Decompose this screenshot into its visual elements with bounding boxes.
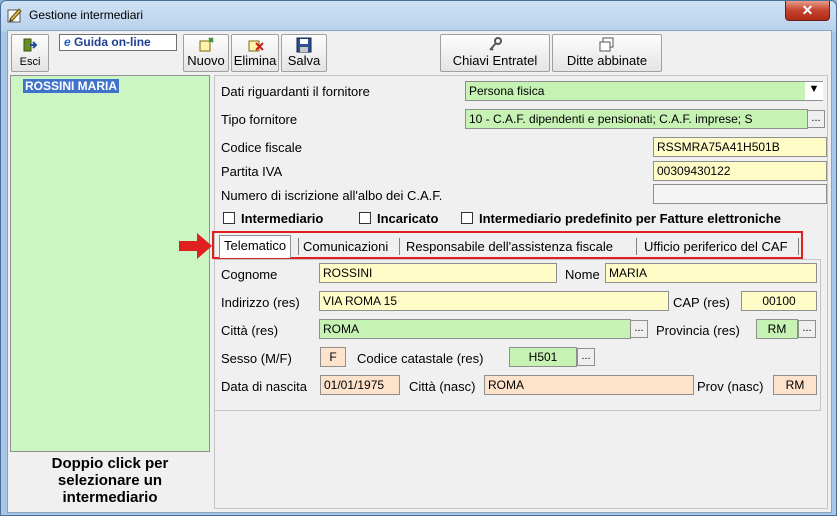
linked-companies-button[interactable]: Ditte abbinate [552, 34, 662, 72]
delete-icon [248, 40, 264, 52]
ie-icon: e [64, 35, 71, 49]
tab-separator [399, 238, 400, 255]
exit-button[interactable]: Esci [11, 34, 49, 72]
surname-label: Cognome [221, 267, 278, 282]
tab-ufficio-periferico[interactable]: Ufficio periferico del CAF [644, 237, 788, 257]
intermediary-list[interactable]: ROSSINI MARIA [10, 75, 210, 452]
birth-province-field[interactable]: RM [773, 375, 817, 395]
supplier-data-label: Dati riguardanti il fornitore [221, 84, 370, 99]
checkbox-icon [223, 212, 235, 224]
help-online-button[interactable]: e Guida on-line [59, 34, 177, 51]
tab-telematico[interactable]: Telematico [219, 235, 292, 258]
city-field[interactable]: ROMA [319, 319, 631, 339]
province-field[interactable]: RM [756, 319, 798, 339]
list-item[interactable]: ROSSINI MARIA [23, 79, 120, 93]
help-online-label: Guida on-line [74, 35, 151, 49]
address-label: Indirizzo (res) [221, 295, 300, 310]
default-intermediary-checkbox[interactable]: Intermediario predefinito per Fatture el… [461, 211, 781, 226]
supplier-type-lookup-button[interactable]: ... [807, 110, 825, 128]
title-bar[interactable]: Gestione intermediari ✕ [1, 1, 836, 29]
caf-registration-field[interactable] [653, 184, 827, 204]
province-label: Provincia (res) [656, 323, 740, 338]
red-arrow-icon [179, 233, 212, 259]
name-label: Nome [565, 267, 600, 282]
appointee-checkbox[interactable]: Incaricato [359, 211, 438, 226]
birth-date-field[interactable]: 01/01/1975 [320, 375, 400, 395]
address-field[interactable]: VIA ROMA 15 [319, 291, 669, 311]
new-button[interactable]: Nuovo [183, 34, 229, 72]
vat-field[interactable]: 00309430122 [653, 161, 827, 181]
window: Gestione intermediari ✕ Esci e Guida on-… [0, 0, 837, 516]
dropdown-arrow-icon[interactable]: ▼ [805, 82, 823, 100]
list-hint: Doppio click per selezionare un intermed… [51, 455, 169, 506]
supplier-type-field[interactable]: 10 - C.A.F. dipendenti e pensionati; C.A… [465, 109, 808, 129]
cadastral-code-lookup-button[interactable]: ... [577, 348, 595, 366]
sex-field[interactable]: F [320, 347, 346, 367]
appointee-checkbox-label: Incaricato [377, 211, 439, 226]
key-icon [489, 37, 502, 51]
supplier-type-value: 10 - C.A.F. dipendenti e pensionati; C.A… [469, 112, 753, 126]
tab-separator [298, 238, 299, 255]
exit-icon [23, 38, 38, 52]
supplier-type-label: Tipo fornitore [221, 112, 298, 127]
caf-registration-label: Numero di iscrizione all'albo dei C.A.F. [221, 188, 443, 203]
entratel-keys-label: Chiavi Entratel [452, 53, 538, 68]
save-label: Salva [287, 53, 321, 68]
vat-label: Partita IVA [221, 164, 283, 179]
save-button[interactable]: Salva [281, 34, 327, 72]
checkbox-icon [461, 212, 473, 224]
close-button[interactable]: ✕ [785, 1, 830, 21]
delete-button[interactable]: Elimina [231, 34, 279, 72]
name-field[interactable]: MARIA [605, 263, 817, 283]
windows-icon [599, 37, 614, 52]
sex-label: Sesso (M/F) [221, 351, 292, 366]
window-title: Gestione intermediari [29, 8, 144, 22]
tab-separator [636, 238, 637, 255]
surname-field[interactable]: ROSSINI [319, 263, 557, 283]
birth-date-label: Data di nascita [221, 379, 307, 394]
birth-city-field[interactable]: ROMA [484, 375, 694, 395]
cap-label: CAP (res) [673, 295, 730, 310]
tab-comunicazioni[interactable]: Comunicazioni [303, 237, 388, 257]
entratel-keys-button[interactable]: Chiavi Entratel [440, 34, 550, 72]
province-lookup-button[interactable]: ... [798, 320, 816, 338]
supplier-data-value: Persona fisica [469, 84, 545, 98]
new-label: Nuovo [187, 53, 225, 68]
tab-responsabile-assistenza[interactable]: Responsabile dell'assistenza fiscale [406, 237, 613, 257]
app-icon [7, 8, 22, 23]
delete-label: Elimina [233, 53, 277, 68]
new-icon [199, 37, 214, 52]
cadastral-code-field[interactable]: H501 [509, 347, 577, 367]
city-lookup-button[interactable]: ... [630, 320, 648, 338]
cap-field[interactable]: 00100 [741, 291, 817, 311]
city-label: Città (res) [221, 323, 279, 338]
birth-province-label: Prov (nasc) [697, 379, 764, 394]
tab-separator [798, 238, 799, 255]
tax-code-label: Codice fiscale [221, 140, 302, 155]
tax-code-field[interactable]: RSSMRA75A41H501B [653, 137, 827, 157]
birth-city-label: Città (nasc) [409, 379, 476, 394]
cadastral-code-label: Codice catastale (res) [357, 351, 484, 366]
checkbox-icon [359, 212, 371, 224]
intermediary-checkbox-label: Intermediario [241, 211, 324, 226]
linked-companies-label: Ditte abbinate [566, 53, 648, 68]
intermediary-checkbox[interactable]: Intermediario [223, 211, 323, 226]
supplier-data-select[interactable]: Persona fisica [465, 81, 823, 101]
exit-label: Esci [19, 56, 41, 68]
floppy-icon [296, 37, 312, 53]
default-intermediary-checkbox-label: Intermediario predefinito per Fatture el… [479, 211, 781, 226]
